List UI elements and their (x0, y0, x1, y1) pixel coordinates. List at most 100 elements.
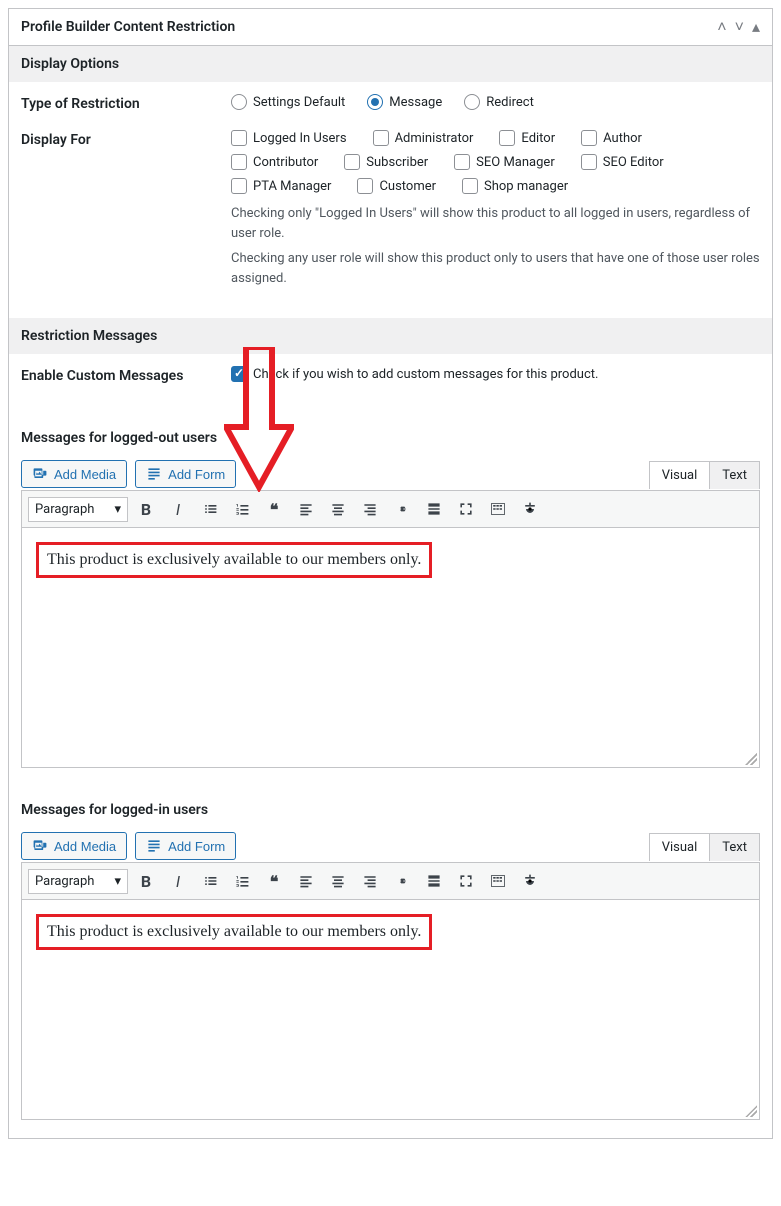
enable-custom-content: Check if you wish to add custom messages… (231, 366, 760, 382)
editor-toolbar: Paragraph▾ B I ❝ (21, 862, 760, 900)
radio-default[interactable] (231, 94, 247, 110)
restriction-option-message[interactable]: Message (367, 94, 442, 110)
logged-in-editor-section: Messages for logged-in users Add Media A… (9, 786, 772, 1138)
logged-out-editor[interactable]: This product is exclusively available to… (21, 528, 760, 768)
align-left-icon[interactable] (292, 867, 320, 895)
move-up-icon[interactable]: ˄ (717, 17, 726, 37)
quote-icon[interactable]: ❝ (260, 495, 288, 523)
role-customer[interactable]: Customer (357, 178, 436, 194)
enable-custom-label: Enable Custom Messages (21, 366, 231, 384)
bullet-list-icon[interactable] (196, 867, 224, 895)
metabox-title: Profile Builder Content Restriction (21, 19, 235, 35)
display-for-content: Logged In Users Administrator Editor Aut… (231, 130, 760, 288)
role-logged-in[interactable]: Logged In Users (231, 130, 347, 146)
toggle-icon[interactable]: ▴ (752, 17, 760, 37)
readmore-icon[interactable] (420, 495, 448, 523)
role-author[interactable]: Author (581, 130, 642, 146)
number-list-icon[interactable] (228, 867, 256, 895)
editor-content: This product is exclusively available to… (36, 542, 432, 578)
align-right-icon[interactable] (356, 495, 384, 523)
special-icon[interactable] (516, 495, 544, 523)
quote-icon[interactable]: ❝ (260, 867, 288, 895)
tab-visual[interactable]: Visual (650, 462, 711, 489)
readmore-icon[interactable] (420, 867, 448, 895)
special-icon[interactable] (516, 867, 544, 895)
checkbox-enable-custom[interactable] (231, 366, 247, 382)
checkbox-customer[interactable] (357, 178, 373, 194)
editor-toolbar: Paragraph▾ B I ❝ (21, 490, 760, 528)
add-form-button[interactable]: Add Form (135, 832, 236, 860)
move-down-icon[interactable]: ˅ (735, 17, 744, 37)
radio-redirect[interactable] (464, 94, 480, 110)
restriction-option-default[interactable]: Settings Default (231, 94, 345, 110)
logged-in-label: Messages for logged-in users (21, 802, 760, 818)
editor-tabs: Visual Text (649, 833, 760, 861)
toolbar-toggle-icon[interactable] (484, 495, 512, 523)
align-center-icon[interactable] (324, 495, 352, 523)
enable-custom-check[interactable]: Check if you wish to add custom messages… (231, 366, 752, 382)
tab-visual[interactable]: Visual (650, 834, 711, 861)
restriction-option-redirect[interactable]: Redirect (464, 94, 534, 110)
role-seo-editor[interactable]: SEO Editor (581, 154, 664, 170)
checkbox-editor[interactable] (499, 130, 515, 146)
align-center-icon[interactable] (324, 867, 352, 895)
role-subscriber[interactable]: Subscriber (344, 154, 428, 170)
role-administrator[interactable]: Administrator (373, 130, 474, 146)
checkbox-author[interactable] (581, 130, 597, 146)
chevron-down-icon: ▾ (114, 874, 121, 889)
media-icon (32, 466, 48, 482)
align-right-icon[interactable] (356, 867, 384, 895)
bold-icon[interactable]: B (132, 495, 160, 523)
checkbox-seo-editor[interactable] (581, 154, 597, 170)
fullscreen-icon[interactable] (452, 495, 480, 523)
add-media-button[interactable]: Add Media (21, 460, 127, 488)
bold-icon[interactable]: B (132, 867, 160, 895)
role-contributor[interactable]: Contributor (231, 154, 318, 170)
add-media-button[interactable]: Add Media (21, 832, 127, 860)
resize-grip-icon[interactable] (745, 753, 757, 765)
type-of-restriction-label: Type of Restriction (21, 94, 231, 112)
logged-out-media-row: Add Media Add Form Visual Text (21, 460, 760, 488)
checkbox-pta-manager[interactable] (231, 178, 247, 194)
display-options-body: Type of Restriction Settings Default Mes… (9, 82, 772, 318)
checkbox-logged-in[interactable] (231, 130, 247, 146)
resize-grip-icon[interactable] (745, 1105, 757, 1117)
add-form-button[interactable]: Add Form (135, 460, 236, 488)
checkbox-administrator[interactable] (373, 130, 389, 146)
editor-tabs: Visual Text (649, 461, 760, 489)
logged-out-label: Messages for logged-out users (21, 430, 760, 446)
tab-text[interactable]: Text (710, 462, 759, 489)
checkbox-seo-manager[interactable] (454, 154, 470, 170)
format-dropdown[interactable]: Paragraph▾ (28, 497, 128, 522)
tab-text[interactable]: Text (710, 834, 759, 861)
form-icon (146, 466, 162, 482)
align-left-icon[interactable] (292, 495, 320, 523)
role-shop-manager[interactable]: Shop manager (462, 178, 568, 194)
checkbox-subscriber[interactable] (344, 154, 360, 170)
fullscreen-icon[interactable] (452, 867, 480, 895)
bullet-list-icon[interactable] (196, 495, 224, 523)
checkbox-shop-manager[interactable] (462, 178, 478, 194)
restriction-messages-head: Restriction Messages (9, 318, 772, 354)
metabox-header: Profile Builder Content Restriction ˄ ˅ … (9, 9, 772, 46)
logged-in-editor[interactable]: This product is exclusively available to… (21, 900, 760, 1120)
logged-in-media-row: Add Media Add Form Visual Text (21, 832, 760, 860)
role-editor[interactable]: Editor (499, 130, 555, 146)
number-list-icon[interactable] (228, 495, 256, 523)
checkbox-contributor[interactable] (231, 154, 247, 170)
format-dropdown[interactable]: Paragraph▾ (28, 869, 128, 894)
radio-message[interactable] (367, 94, 383, 110)
media-icon (32, 838, 48, 854)
metabox-controls: ˄ ˅ ▴ (717, 17, 760, 37)
link-icon[interactable] (388, 867, 416, 895)
role-pta-manager[interactable]: PTA Manager (231, 178, 331, 194)
role-seo-manager[interactable]: SEO Manager (454, 154, 555, 170)
italic-icon[interactable]: I (164, 495, 192, 523)
link-icon[interactable] (388, 495, 416, 523)
enable-custom-row: Enable Custom Messages Check if you wish… (21, 366, 760, 384)
logged-out-editor-section: Messages for logged-out users Add Media … (9, 414, 772, 786)
display-for-row: Display For Logged In Users Administrato… (21, 130, 760, 288)
toolbar-toggle-icon[interactable] (484, 867, 512, 895)
italic-icon[interactable]: I (164, 867, 192, 895)
restriction-messages-body: Enable Custom Messages Check if you wish… (9, 354, 772, 414)
